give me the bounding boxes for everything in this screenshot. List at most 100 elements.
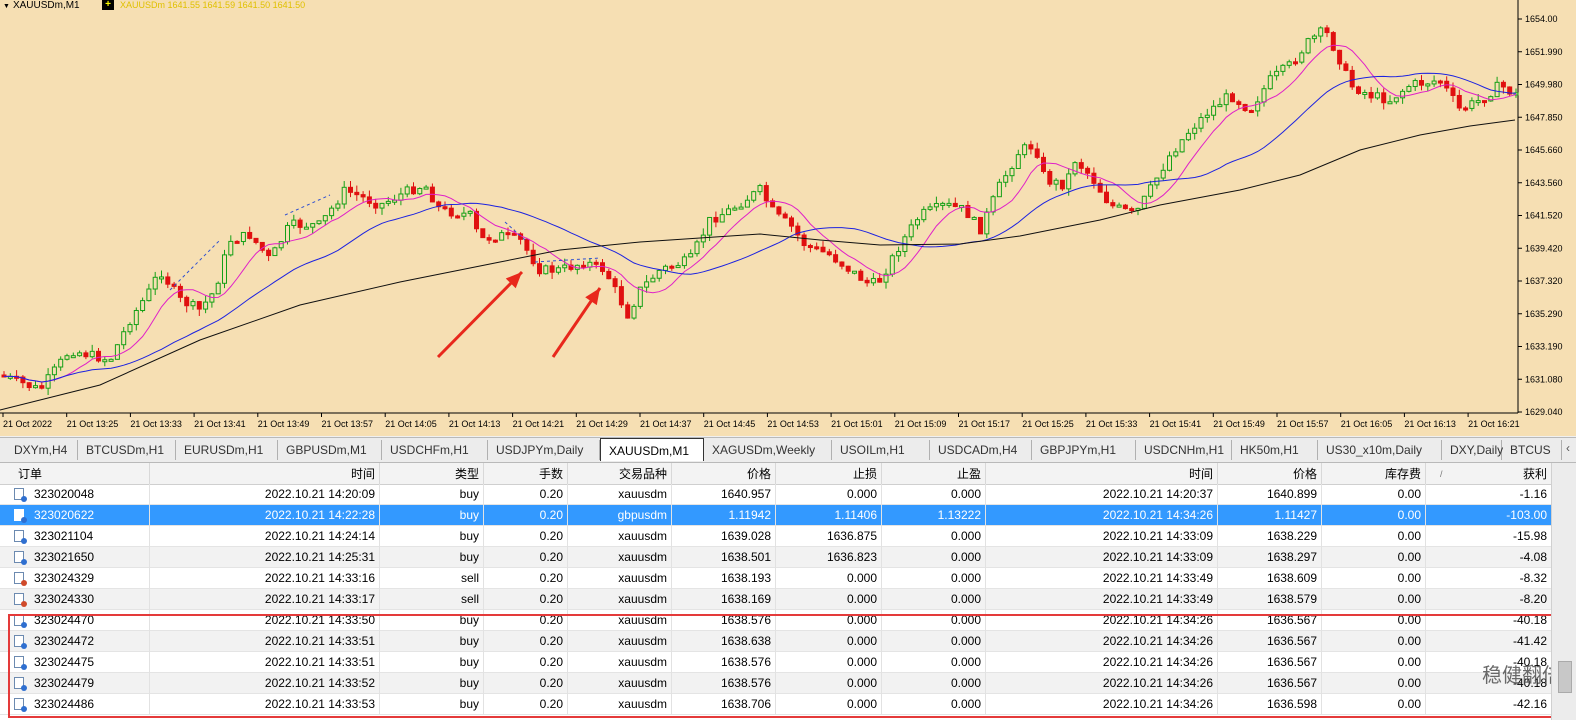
one-click-trade-icon[interactable]: + [102,0,114,10]
tab-xagusdm-weekly[interactable]: XAGUSDm,Weekly [704,440,832,460]
cell-open-time: 2022.10.21 14:33:16 [150,568,380,589]
candle-body [978,216,983,235]
candle-body [537,263,542,275]
candle-body [228,240,234,256]
cell-stop-loss: 0.000 [776,484,882,505]
candle-body [852,270,857,274]
candle-body [625,304,631,319]
table-row[interactable]: 323024329 2022.10.21 14:33:16 sell 0.20 xauu… [0,568,1552,589]
tab-btcusdm-h1[interactable]: BTCUSDm,H1 [78,440,176,460]
column-header-price[interactable]: 价格 [672,463,776,484]
chart-tabs-bar: DXYm,H4 BTCUSDm,H1 EURUSDm,H1 GBPUSDm,M1 USD… [0,437,1576,463]
price-chart[interactable]: 1654.00 1651.990 1649.980 1647.850 1645.660 1… [0,0,1576,436]
candle-body [102,359,108,363]
table-row[interactable]: 323020048 2022.10.21 14:20:09 buy 0.20 xauus… [0,484,1552,505]
table-row[interactable]: 323021104 2022.10.21 14:24:14 buy 0.20 xauus… [0,526,1552,547]
vertical-scrollbar[interactable] [1551,463,1576,720]
candle-body [448,207,454,217]
column-header-swap[interactable]: 库存费 [1322,463,1426,484]
tab-dxym-h4[interactable]: DXYm,H4 [6,440,78,460]
cell-lots: 0.20 [484,568,568,589]
annotation-arrow-right-icon-head [585,288,600,306]
cell-order: 323024479 [0,673,150,694]
cell-take-profit: 0.000 [882,631,986,652]
time-tick-label: 21 Oct 14:29 [576,419,628,429]
time-tick-label: 21 Oct 15:17 [959,419,1011,429]
candle-body [807,245,813,249]
time-tick-label: 21 Oct 13:33 [130,419,182,429]
column-header-open-time[interactable]: 时间 [150,463,380,484]
column-header-close-time[interactable]: 时间 [986,463,1218,484]
cell-type: buy [380,526,484,547]
candle-body [826,251,832,256]
table-row[interactable]: 323024486 2022.10.21 14:33:53 buy 0.20 xauus… [0,694,1552,715]
scrollbar-thumb[interactable] [1558,661,1572,693]
tab-eurusdm-h1[interactable]: EURUSDm,H1 [176,440,278,460]
column-header-take-profit[interactable]: 止盈 [882,463,986,484]
candle-body [1129,208,1135,212]
table-row[interactable]: 323024479 2022.10.21 14:33:52 buy 0.20 xauus… [0,673,1552,694]
tab-hk50m-h1[interactable]: HK50m,H1 [1232,440,1318,460]
tab-gbpusdm-m1[interactable]: GBPUSDm,M1 [278,440,382,460]
fast-moving-average-line [4,44,1517,383]
tab-scroll-icon[interactable]: ‹ [1566,441,1570,455]
candle-body [83,352,89,358]
tab-gbpjpym-h1[interactable]: GBPJPYm,H1 [1032,440,1136,460]
tab-us30-x10m-daily[interactable]: US30_x10m,Daily [1318,440,1442,460]
cell-type: sell [380,589,484,610]
table-row[interactable]: 323024330 2022.10.21 14:33:17 sell 0.20 xauu… [0,589,1552,610]
time-tick-label: 21 Oct 2022 [3,419,52,429]
table-row[interactable]: 323021650 2022.10.21 14:25:31 buy 0.20 xauus… [0,547,1552,568]
candle-body [1280,64,1286,72]
cell-take-profit: 0.000 [882,694,986,715]
candle-body [1248,110,1254,114]
table-row[interactable]: 323024472 2022.10.21 14:33:51 buy 0.20 xauus… [0,631,1552,652]
candle-body [461,212,467,217]
cell-close-price: 1638.229 [1218,526,1322,547]
cell-order: 323024475 [0,652,150,673]
candle-body [726,208,731,216]
cell-symbol: xauusdm [568,547,672,568]
table-row[interactable]: 323024475 2022.10.21 14:33:51 buy 0.20 xauus… [0,652,1552,673]
candle-body [26,382,32,389]
table-row[interactable]: 323024470 2022.10.21 14:33:50 buy 0.20 xauus… [0,610,1552,631]
candle-body [656,269,662,279]
candle-body [411,186,416,195]
cell-open-time: 2022.10.21 14:33:52 [150,673,380,694]
column-header-type[interactable]: 类型 [380,463,484,484]
tab-usdcadm-h4[interactable]: USDCADm,H4 [930,440,1032,460]
candle-body [946,202,952,206]
time-tick-label: 21 Oct 13:49 [258,419,310,429]
column-header-close-price[interactable]: 价格 [1218,463,1322,484]
cell-price: 1640.957 [672,484,776,505]
candle-body [1223,93,1229,106]
tab-xauusdm-m1[interactable]: XAUUSDm,M1 [600,438,704,461]
cell-type: buy [380,547,484,568]
tab-usdchfm-h1[interactable]: USDCHFm,H1 [382,440,488,460]
price-tick-label: 1654.00 [1525,14,1558,24]
column-header-symbol[interactable]: 交易品种 [568,463,672,484]
candle-body [1381,92,1387,104]
cell-take-profit: 0.000 [882,673,986,694]
cell-price: 1638.576 [672,610,776,631]
candle-body [316,220,322,225]
tab-btcus[interactable]: BTCUS [1502,440,1562,460]
candle-body [801,234,807,247]
candle-body [644,281,650,288]
candle-body [184,296,190,307]
tab-usoilm-h1[interactable]: USOILm,H1 [832,440,930,460]
candle-body [889,255,895,275]
cell-stop-loss: 1636.823 [776,547,882,568]
column-header-profit[interactable]: 获利 [1426,463,1552,484]
candle-body [1116,204,1122,208]
column-header-stop-loss[interactable]: 止损 [776,463,882,484]
candle-body [1072,162,1078,175]
column-header-lots[interactable]: 手数 [484,463,568,484]
tab-usdcnhm-h1[interactable]: USDCNHm,H1 [1136,440,1232,460]
column-header-order[interactable]: 订单 [0,463,150,484]
trade-history-table[interactable]: 订单 时间 类型 手数 交易品种 价格 止损 止盈 时间 价格 库存费 获利/ 323020048 20… [0,463,1576,720]
table-row[interactable]: 323020622 2022.10.21 14:22:28 buy 0.20 gbpus… [0,505,1552,526]
candle-body [1412,80,1418,88]
tab-usdjpym-daily[interactable]: USDJPYm,Daily [488,440,600,460]
tab-dxy-daily[interactable]: DXY,Daily [1442,440,1503,460]
